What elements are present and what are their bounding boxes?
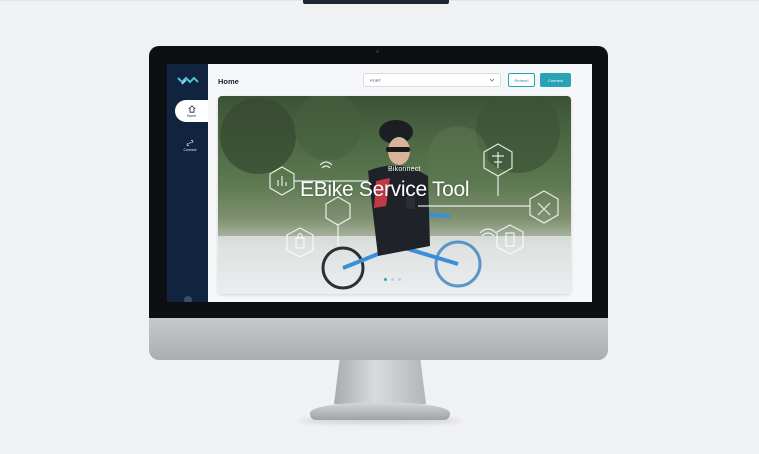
hero-banner: Bikonnect EBike Service Tool xyxy=(218,96,571,294)
monitor-stand-base xyxy=(310,402,450,420)
previous-device-peek xyxy=(303,0,449,4)
sidebar-item-home[interactable]: Home xyxy=(175,100,208,122)
carousel-dot[interactable] xyxy=(391,278,394,281)
link-icon xyxy=(186,139,194,146)
page-title: Home xyxy=(218,77,239,86)
chevron-down-icon xyxy=(489,78,495,82)
refresh-button[interactable]: Refresh xyxy=(508,73,535,87)
carousel-dot[interactable] xyxy=(384,278,387,281)
brand-logo-icon xyxy=(177,76,199,85)
app-screen: Home Connect Home PORT Refresh Connect B… xyxy=(167,64,592,302)
sidebar: Home Connect xyxy=(167,64,208,302)
port-select-value: PORT xyxy=(370,78,382,83)
sidebar-item-label: Home xyxy=(186,113,197,118)
carousel-dots xyxy=(384,278,401,281)
sidebar-item-label: Connect xyxy=(183,147,197,152)
monitor-chin xyxy=(149,318,608,360)
avatar[interactable] xyxy=(184,296,192,302)
carousel-dot[interactable] xyxy=(398,278,401,281)
hero-subtitle: Bikonnect xyxy=(388,166,421,173)
connect-button[interactable]: Connect xyxy=(540,73,571,87)
monitor-stand-neck xyxy=(334,360,426,404)
camera-dot xyxy=(376,50,379,53)
sidebar-item-connect[interactable]: Connect xyxy=(173,134,207,156)
hero-title: EBike Service Tool xyxy=(300,178,470,201)
home-icon xyxy=(188,104,195,113)
port-select[interactable]: PORT xyxy=(363,73,501,87)
